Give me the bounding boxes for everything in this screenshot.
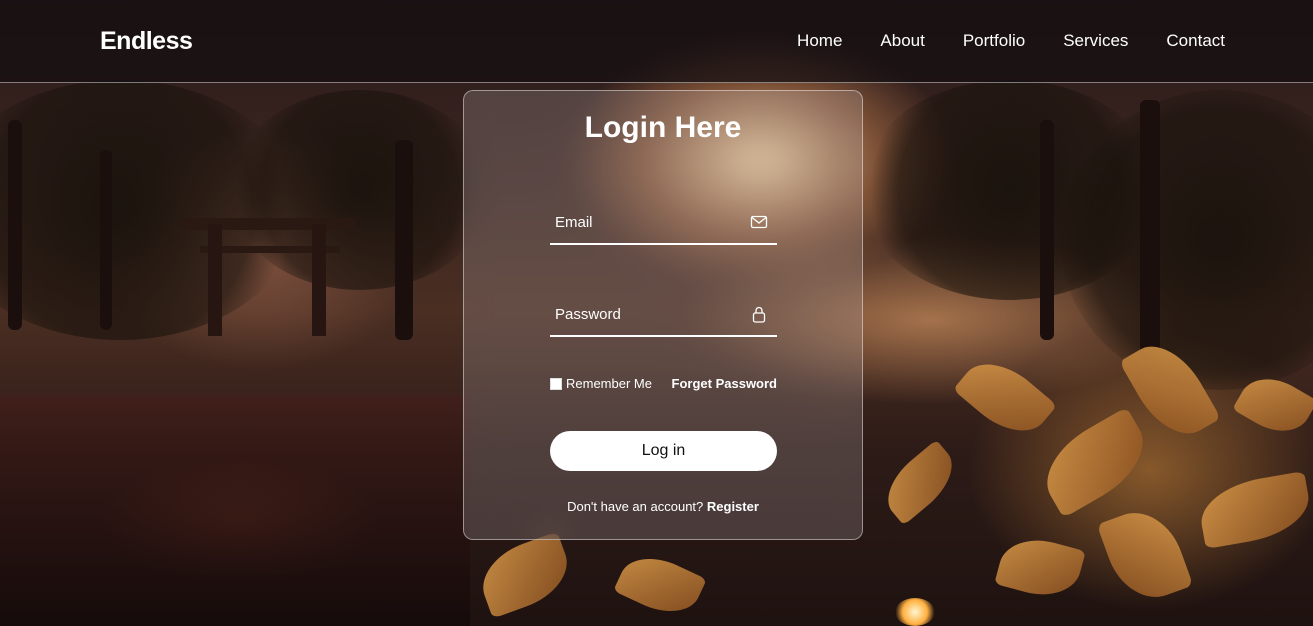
- forget-password-link[interactable]: Forget Password: [672, 376, 777, 391]
- register-prompt: Don't have an account?: [567, 499, 707, 514]
- envelope-icon: [749, 212, 769, 232]
- register-link[interactable]: Register: [707, 499, 759, 514]
- email-field-wrapper: [550, 201, 777, 245]
- main-nav: Home About Portfolio Services Contact: [797, 31, 1225, 51]
- nav-services[interactable]: Services: [1063, 31, 1128, 51]
- nav-about[interactable]: About: [880, 31, 924, 51]
- register-line: Don't have an account? Register: [464, 499, 862, 514]
- login-button[interactable]: Log in: [550, 431, 777, 471]
- password-input[interactable]: [550, 293, 777, 335]
- nav-home[interactable]: Home: [797, 31, 842, 51]
- logo[interactable]: Endless: [100, 27, 193, 56]
- remember-me[interactable]: Remember Me: [550, 376, 652, 391]
- remember-checkbox[interactable]: [550, 377, 562, 390]
- nav-contact[interactable]: Contact: [1166, 31, 1225, 51]
- nav-portfolio[interactable]: Portfolio: [963, 31, 1025, 51]
- remember-forget-row: Remember Me Forget Password: [550, 376, 777, 391]
- lock-icon: [749, 304, 769, 324]
- login-form: Login Here Remember Me Forget Password L…: [463, 90, 863, 540]
- top-navbar: Endless Home About Portfolio Services Co…: [0, 0, 1313, 83]
- email-input[interactable]: [550, 201, 777, 243]
- login-title: Login Here: [584, 111, 742, 144]
- password-field-wrapper: [550, 293, 777, 337]
- remember-label: Remember Me: [566, 376, 652, 391]
